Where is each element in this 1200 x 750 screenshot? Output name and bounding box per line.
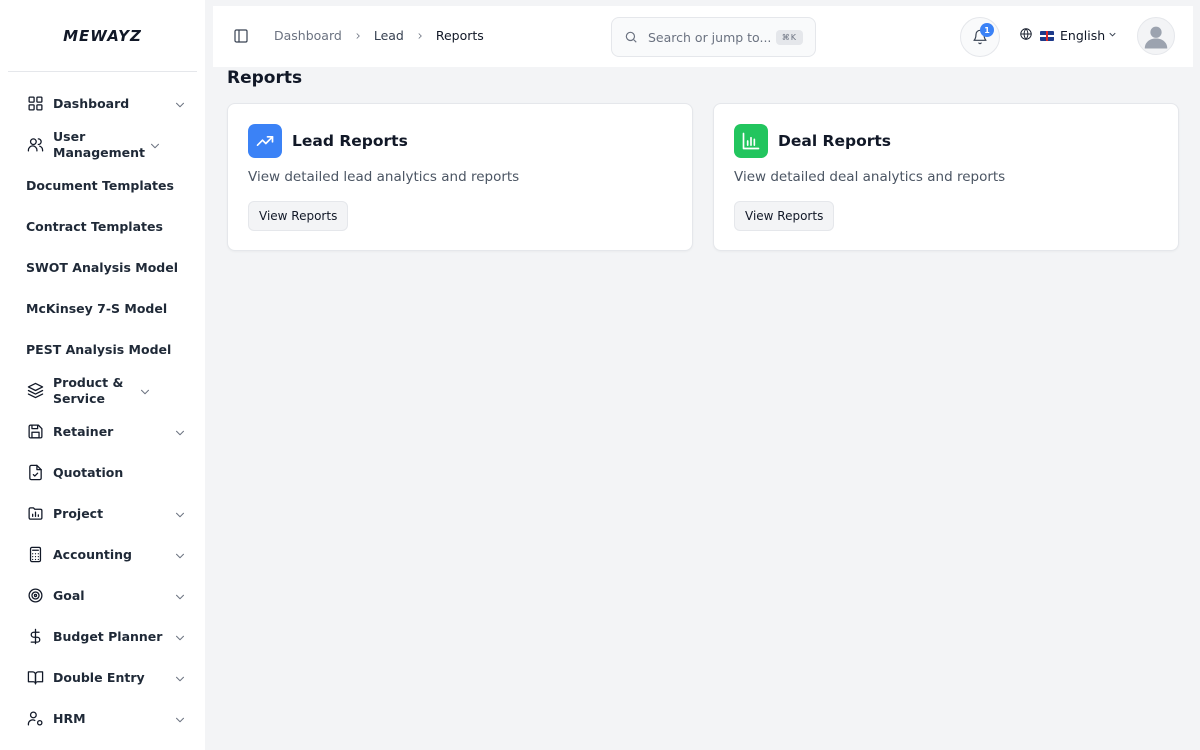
notification-button[interactable]: 1 xyxy=(960,17,1000,57)
sidebar-item-document-templates[interactable]: Document Templates xyxy=(0,165,205,206)
sidebar-toggle-icon[interactable] xyxy=(233,28,249,44)
card-title: Lead Reports xyxy=(292,132,408,150)
breadcrumb-dashboard[interactable]: Dashboard xyxy=(274,28,342,43)
chevron-down-icon xyxy=(173,589,187,603)
sidebar-item-label: HRM xyxy=(53,710,86,726)
sidebar-item-budget-planner[interactable]: Budget Planner xyxy=(0,616,205,657)
grid-icon xyxy=(26,95,44,113)
users-icon xyxy=(26,136,44,154)
chevron-down-icon xyxy=(173,712,187,726)
sidebar-nav: Dashboard User Management Document Templ… xyxy=(0,83,205,739)
sidebar-item-label: Budget Planner xyxy=(53,628,163,644)
sidebar-item-label: Contract Templates xyxy=(26,218,163,234)
chevron-down-icon xyxy=(173,630,187,644)
deal-reports-card: Deal Reports View detailed deal analytic… xyxy=(713,103,1179,251)
sidebar-item-hrm[interactable]: HRM xyxy=(0,698,205,739)
card-header: Deal Reports xyxy=(734,124,891,158)
sidebar-item-quotation[interactable]: Quotation xyxy=(0,452,205,493)
sidebar-item-pest-analysis[interactable]: PEST Analysis Model xyxy=(0,329,205,370)
breadcrumb: Dashboard Lead Reports xyxy=(274,28,484,43)
sidebar-item-label: McKinsey 7-S Model xyxy=(26,300,168,316)
sidebar-item-label: SWOT Analysis Model xyxy=(26,259,178,275)
sidebar-item-label: Goal xyxy=(53,587,85,603)
lead-reports-card: Lead Reports View detailed lead analytic… xyxy=(227,103,693,251)
book-icon xyxy=(26,669,44,687)
logo-text: MEWAYZ xyxy=(63,26,142,45)
chevron-down-icon xyxy=(1105,28,1118,43)
sidebar-item-label: Accounting xyxy=(53,546,132,562)
sidebar-item-accounting[interactable]: Accounting xyxy=(0,534,205,575)
breadcrumb-reports: Reports xyxy=(435,28,484,43)
user-avatar-icon xyxy=(1144,26,1168,49)
layers-icon xyxy=(26,382,44,400)
search-input[interactable]: Search or jump to... ⌘K xyxy=(611,17,816,57)
search-icon xyxy=(625,31,637,43)
sidebar-item-project[interactable]: Project xyxy=(0,493,205,534)
sidebar-item-dashboard[interactable]: Dashboard xyxy=(0,83,205,124)
sidebar-item-contract-templates[interactable]: Contract Templates xyxy=(0,206,205,247)
globe-icon xyxy=(1019,27,1033,44)
search-shortcut: ⌘K xyxy=(775,29,803,45)
card-header: Lead Reports xyxy=(248,124,408,158)
sidebar-item-swot-analysis[interactable]: SWOT Analysis Model xyxy=(0,247,205,288)
chevron-down-icon xyxy=(173,425,187,439)
chevron-right-icon xyxy=(415,31,425,41)
card-description: View detailed deal analytics and reports xyxy=(734,169,1006,185)
file-check-icon xyxy=(26,464,44,482)
sidebar-item-goal[interactable]: Goal xyxy=(0,575,205,616)
chevron-down-icon xyxy=(173,671,187,685)
breadcrumb-lead[interactable]: Lead xyxy=(374,28,404,43)
search-placeholder: Search or jump to... xyxy=(648,29,772,45)
uk-flag-icon xyxy=(1040,30,1054,41)
sidebar-item-product-service[interactable]: Product & Service xyxy=(0,370,205,411)
sidebar-item-label: Project xyxy=(53,505,104,521)
chevron-down-icon xyxy=(148,138,162,152)
sidebar-item-label: User Management xyxy=(53,128,146,160)
language-selector[interactable]: English xyxy=(1019,27,1118,44)
chevron-right-icon xyxy=(353,31,363,41)
folder-chart-icon xyxy=(26,505,44,523)
sidebar-item-label: Retainer xyxy=(53,423,114,439)
notification-badge: 1 xyxy=(980,23,994,37)
save-icon xyxy=(26,423,44,441)
dollar-icon xyxy=(26,628,44,646)
chevron-down-icon xyxy=(173,507,187,521)
sidebar-item-mckinsey-7s[interactable]: McKinsey 7-S Model xyxy=(0,288,205,329)
avatar[interactable] xyxy=(1137,17,1175,55)
sidebar-item-label: Quotation xyxy=(53,464,124,480)
card-title: Deal Reports xyxy=(778,132,892,150)
main-content: Dashboard Lead Reports Search or jump to… xyxy=(213,6,1193,744)
user-cog-icon xyxy=(26,710,44,728)
sidebar: MEWAYZ Dashboard User Management Documen… xyxy=(0,0,205,750)
sidebar-item-retainer[interactable]: Retainer xyxy=(0,411,205,452)
chevron-down-icon xyxy=(173,548,187,562)
sidebar-item-user-management[interactable]: User Management xyxy=(0,124,205,165)
sidebar-item-label: Product & Service xyxy=(53,374,124,406)
bar-chart-icon xyxy=(734,124,768,158)
topbar: Dashboard Lead Reports Search or jump to… xyxy=(213,6,1193,67)
sidebar-item-double-entry[interactable]: Double Entry xyxy=(0,657,205,698)
sidebar-item-label: Double Entry xyxy=(53,669,145,685)
sidebar-item-label: Document Templates xyxy=(26,177,174,193)
chevron-down-icon xyxy=(173,97,187,111)
view-lead-reports-button[interactable]: View Reports xyxy=(248,201,349,231)
sidebar-item-label: Dashboard xyxy=(53,95,130,111)
page-title: Reports xyxy=(227,68,303,88)
trending-up-icon xyxy=(248,124,282,158)
view-deal-reports-button[interactable]: View Reports xyxy=(734,201,835,231)
calculator-icon xyxy=(26,546,44,564)
chevron-down-icon xyxy=(138,384,152,398)
language-label: English xyxy=(1060,28,1106,43)
card-description: View detailed lead analytics and reports xyxy=(248,169,520,185)
sidebar-item-label: PEST Analysis Model xyxy=(26,341,172,357)
target-icon xyxy=(26,587,44,605)
logo[interactable]: MEWAYZ xyxy=(8,0,197,72)
